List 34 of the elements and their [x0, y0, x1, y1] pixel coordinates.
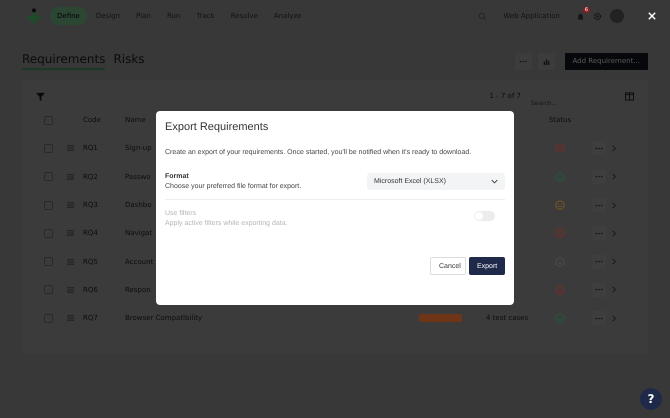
help-button[interactable]: ?: [640, 388, 662, 410]
drag-handle-icon[interactable]: [67, 145, 74, 152]
ellipsis-icon: [595, 232, 603, 235]
drag-handle-icon[interactable]: [67, 258, 74, 265]
ellipsis-icon: [595, 288, 603, 292]
drag-handle-icon[interactable]: [67, 202, 74, 208]
settings-icon[interactable]: [593, 12, 602, 20]
bar-chart-icon: [542, 58, 550, 64]
chevron-right-icon[interactable]: [612, 258, 616, 266]
close-icon[interactable]: [648, 12, 656, 20]
drag-handle-icon[interactable]: [67, 230, 74, 236]
dialog-title: Export Requirements: [165, 121, 270, 133]
ellipsis-icon: [595, 204, 603, 207]
chevron-right-icon[interactable]: [612, 230, 616, 237]
ellipsis-icon: [519, 60, 528, 62]
columns-icon[interactable]: [625, 92, 634, 100]
chevron-right-icon[interactable]: [612, 314, 616, 322]
more-button[interactable]: [514, 52, 532, 70]
ellipsis-icon: [595, 316, 603, 320]
chart-button[interactable]: [538, 52, 555, 70]
chevron-right-icon[interactable]: [612, 144, 616, 152]
chevron-right-icon[interactable]: [612, 173, 616, 180]
ellipsis-icon: [595, 175, 603, 178]
bell-icon[interactable]: [576, 12, 585, 20]
chevron-down-icon: [491, 179, 498, 184]
filter-icon[interactable]: [36, 92, 45, 100]
drag-handle-icon[interactable]: [67, 174, 74, 180]
logo-icon: [26, 8, 42, 24]
chevron-right-icon[interactable]: [612, 286, 616, 294]
drag-handle-icon[interactable]: [67, 286, 74, 293]
ellipsis-icon: [595, 146, 603, 150]
drag-handle-icon[interactable]: [67, 315, 74, 322]
chevron-right-icon[interactable]: [612, 202, 616, 209]
ellipsis-icon: [595, 260, 603, 264]
